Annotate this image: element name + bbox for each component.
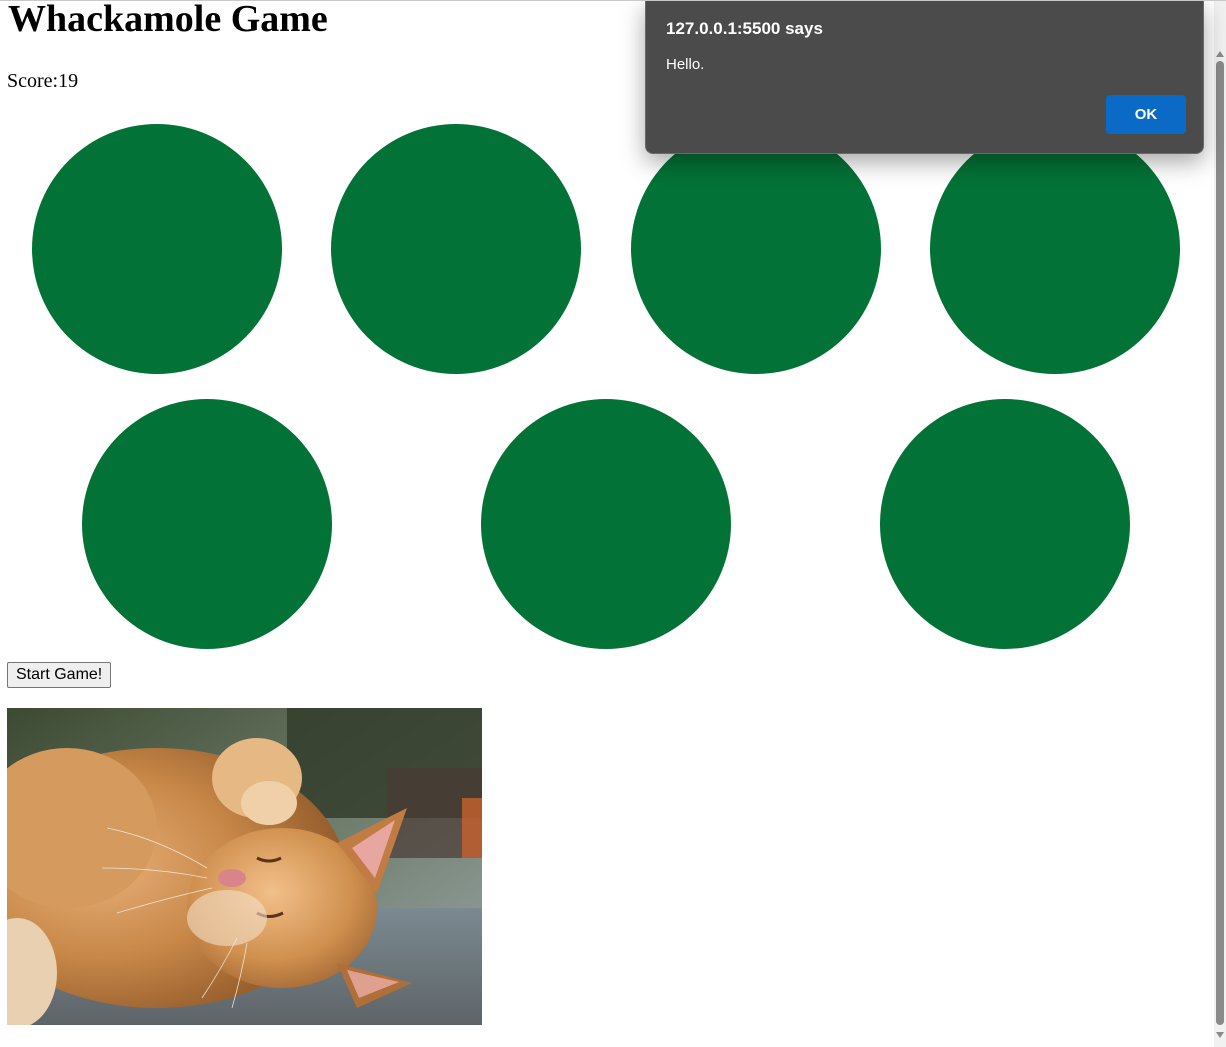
alert-message: Hello. (666, 56, 705, 73)
mole-hole-3[interactable] (631, 124, 881, 374)
mole-hole-6[interactable] (481, 399, 731, 649)
mole-hole-7[interactable] (880, 399, 1130, 649)
page: Whackamole Game Score:19 Start Game! 127… (0, 0, 1226, 1047)
score-value: 19 (58, 70, 79, 92)
start-game-button[interactable]: Start Game! (7, 662, 112, 688)
vertical-scrollbar[interactable] (1214, 1, 1226, 1047)
mole-hole-5[interactable] (82, 399, 332, 649)
scroll-down-arrow-icon[interactable] (1216, 1032, 1224, 1038)
scrollbar-thumb[interactable] (1216, 61, 1224, 1025)
score-display: Score:19 (7, 69, 78, 93)
alert-dialog: 127.0.0.1:5500 says Hello. OK (645, 1, 1204, 154)
alert-ok-button[interactable]: OK (1106, 95, 1186, 134)
cat-photo (7, 708, 482, 1025)
scroll-up-arrow-icon[interactable] (1216, 51, 1224, 57)
page-title: Whackamole Game (8, 0, 328, 40)
mole-hole-1[interactable] (32, 124, 282, 374)
mole-hole-4[interactable] (930, 124, 1180, 374)
alert-origin: 127.0.0.1:5500 says (666, 19, 823, 38)
mole-hole-2[interactable] (331, 124, 581, 374)
score-label: Score: (7, 70, 59, 92)
